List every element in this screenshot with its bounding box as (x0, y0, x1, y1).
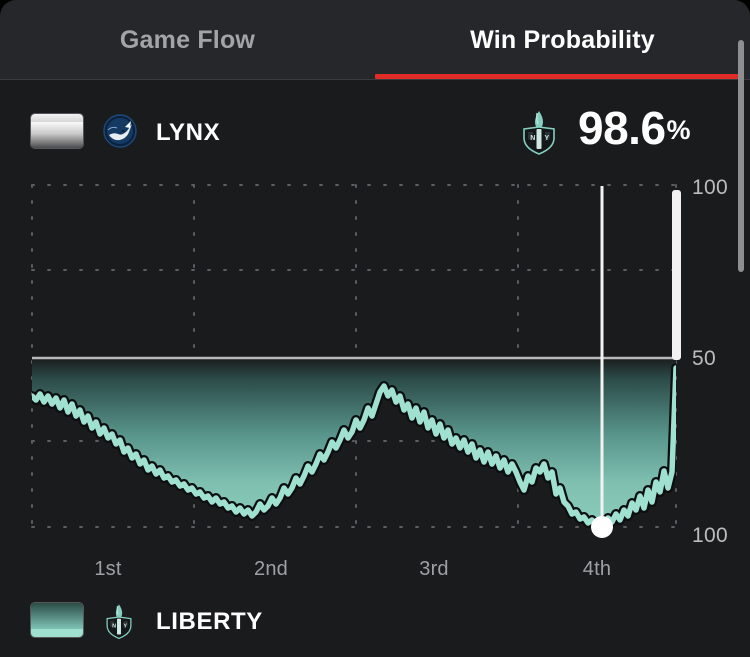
svg-text:Y: Y (545, 135, 550, 142)
y-axis-label-mid: 50 (692, 347, 716, 370)
svg-text:N: N (530, 135, 535, 142)
y-axis-label-top: 100 (692, 176, 728, 199)
svg-text:N: N (112, 623, 116, 629)
swatch-strip (31, 629, 83, 637)
lynx-team-name: LYNX (156, 119, 221, 146)
win-probability-screen: Game Flow Win Probability LYNX N Y 98.6 … (0, 0, 750, 657)
x-axis-label-q4: 4th (582, 558, 612, 580)
win-probability-readout: 98.6% (578, 102, 691, 156)
swatch-body (31, 122, 83, 148)
scrollbar-track[interactable] (738, 0, 744, 657)
svg-text:Y: Y (123, 623, 127, 629)
liberty-color-swatch (30, 602, 84, 638)
win-probability-number: 98.6 (578, 102, 666, 154)
y-axis-label-bottom: 100 (692, 524, 728, 547)
tab-bar: Game Flow Win Probability (0, 0, 750, 80)
win-probability-percent-sign: % (666, 115, 691, 145)
cursor-marker[interactable] (591, 516, 613, 538)
liberty-logo-legend: N Y (100, 602, 138, 640)
tab-game-flow[interactable]: Game Flow (0, 0, 375, 80)
swatch-body (31, 603, 83, 629)
x-axis-label-q2: 2nd (254, 558, 288, 580)
liberty-logo-header: N Y (515, 108, 563, 156)
tab-win-probability[interactable]: Win Probability (375, 0, 750, 80)
x-axis-label-q3: 3rd (419, 558, 449, 580)
lynx-logo (103, 114, 137, 148)
lynx-color-swatch (30, 113, 84, 149)
liberty-team-name: LIBERTY (156, 608, 263, 635)
scrollbar-thumb[interactable] (738, 40, 744, 272)
swatch-strip (31, 114, 83, 122)
win-probability-chart[interactable] (0, 172, 750, 544)
final-result-bar (672, 190, 681, 360)
chart-canvas (31, 184, 681, 538)
x-axis-label-q1: 1st (94, 558, 122, 580)
